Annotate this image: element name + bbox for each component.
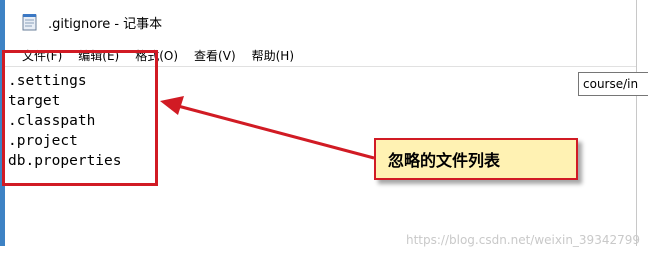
annotation-arrow	[160, 96, 375, 160]
path-tooltip: course/in	[578, 72, 648, 96]
watermark: https://blog.csdn.net/weixin_39342799	[405, 233, 640, 247]
annotation-callout: 忽略的文件列表	[374, 138, 578, 180]
